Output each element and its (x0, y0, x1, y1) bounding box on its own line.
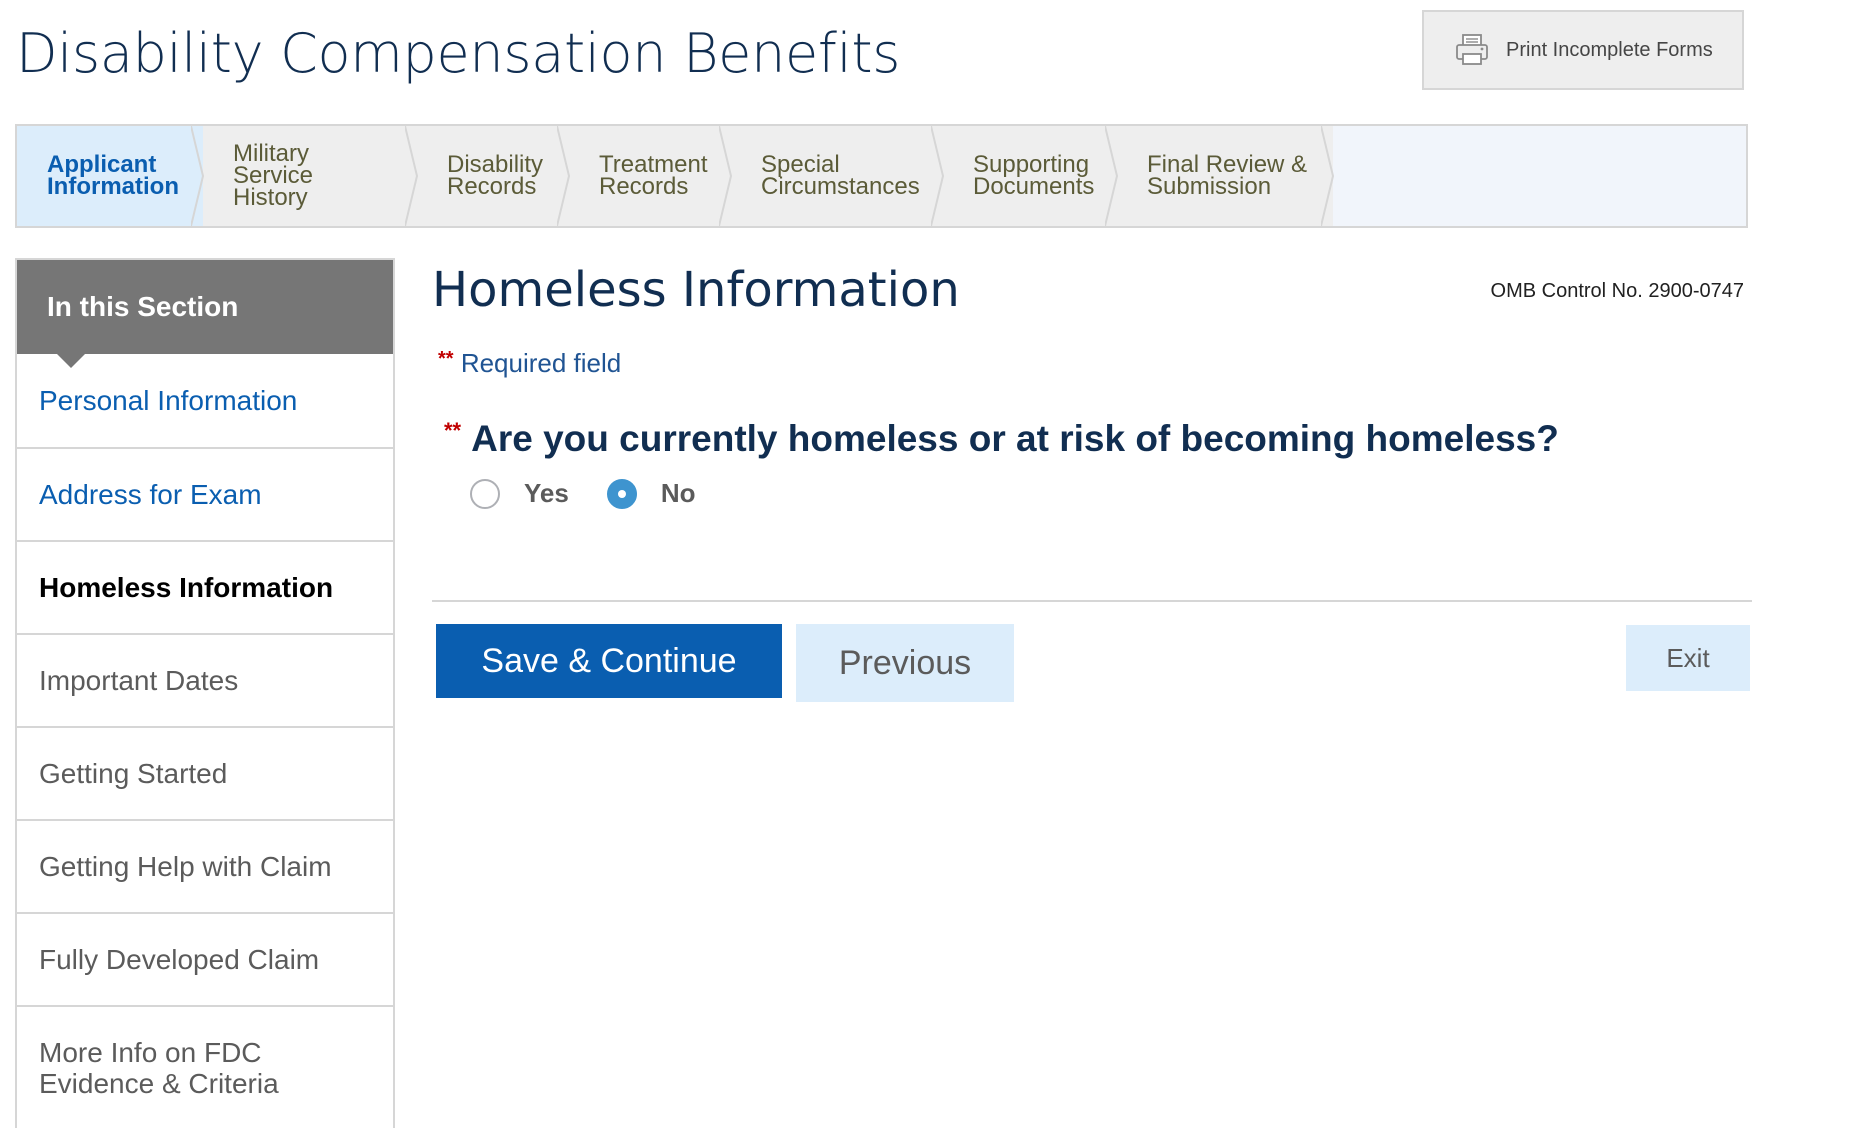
omb-control-number: OMB Control No. 2900-0747 (1490, 280, 1744, 302)
sidebar-item-more-info-fdc[interactable]: More Info on FDC Evidence & Criteria (17, 1005, 393, 1128)
chevron-right-icon (1105, 126, 1119, 226)
chevron-right-icon (931, 126, 945, 226)
chevron-right-icon (1321, 126, 1335, 226)
section-sidebar: In this Section Personal Information Add… (15, 258, 395, 1128)
chevron-right-icon (405, 126, 419, 226)
step-label: Military Service History (233, 140, 314, 211)
step-military-service-history[interactable]: Military Service History (203, 126, 419, 226)
step-label: Final Review & Submission (1147, 151, 1308, 200)
sidebar-item-fully-developed-claim[interactable]: Fully Developed Claim (17, 912, 393, 1005)
print-incomplete-forms-button[interactable]: Print Incomplete Forms (1422, 10, 1744, 90)
step-label: Applicant Information (47, 151, 179, 200)
chevron-right-icon (557, 126, 571, 226)
required-marker: ** (438, 348, 454, 370)
divider (432, 600, 1752, 602)
radio-label: Yes (524, 478, 569, 508)
step-treatment-records[interactable]: Treatment Records (569, 126, 733, 226)
homeless-question: ** Are you currently homeless or at risk … (444, 418, 1559, 460)
radio-yes[interactable]: Yes (470, 478, 569, 509)
printer-icon (1456, 34, 1488, 65)
save-continue-button[interactable]: Save & Continue (436, 624, 782, 698)
radio-button-selected[interactable] (606, 478, 637, 509)
radio-button-unselected[interactable] (470, 478, 500, 509)
sidebar-heading: In this Section (17, 260, 393, 368)
chevron-right-icon (719, 126, 733, 226)
sidebar-item-homeless-information[interactable]: Homeless Information (17, 540, 393, 633)
step-label: Treatment Records (599, 151, 708, 200)
sidebar-item-important-dates[interactable]: Important Dates (17, 633, 393, 726)
homeless-radio-group: Yes No (470, 478, 734, 509)
step-label: Supporting Documents (973, 151, 1095, 200)
page-title: Disability Compensation Benefits (16, 22, 901, 85)
exit-button[interactable]: Exit (1626, 625, 1750, 691)
sidebar-item-getting-started[interactable]: Getting Started (17, 726, 393, 819)
step-final-review-submission[interactable]: Final Review & Submission (1117, 126, 1335, 226)
section-title: Homeless Information (432, 262, 960, 318)
sidebar-item-address-for-exam[interactable]: Address for Exam (17, 447, 393, 540)
print-label: Print Incomplete Forms (1506, 38, 1713, 61)
chevron-right-icon (191, 126, 205, 226)
step-disability-records[interactable]: Disability Records (417, 126, 571, 226)
step-label: Disability Records (447, 151, 544, 200)
required-marker: ** (444, 418, 462, 443)
step-navigation: Applicant Information Military Service H… (15, 124, 1748, 228)
sidebar-heading-label: In this Section (47, 291, 239, 322)
step-supporting-documents[interactable]: Supporting Documents (943, 126, 1119, 226)
required-field-note: ** Required field (438, 348, 621, 379)
radio-label: No (660, 478, 696, 508)
step-applicant-information[interactable]: Applicant Information (17, 126, 205, 226)
caret-down-icon (57, 354, 85, 368)
question-text: Are you currently homeless or at risk of… (471, 418, 1559, 459)
required-field-label: Required field (460, 348, 622, 378)
radio-no[interactable]: No (606, 478, 696, 509)
previous-button[interactable]: Previous (796, 624, 1014, 702)
sidebar-item-getting-help-with-claim[interactable]: Getting Help with Claim (17, 819, 393, 912)
step-special-circumstances[interactable]: Special Circumstances (731, 126, 945, 226)
step-label: Special Circumstances (761, 151, 920, 200)
